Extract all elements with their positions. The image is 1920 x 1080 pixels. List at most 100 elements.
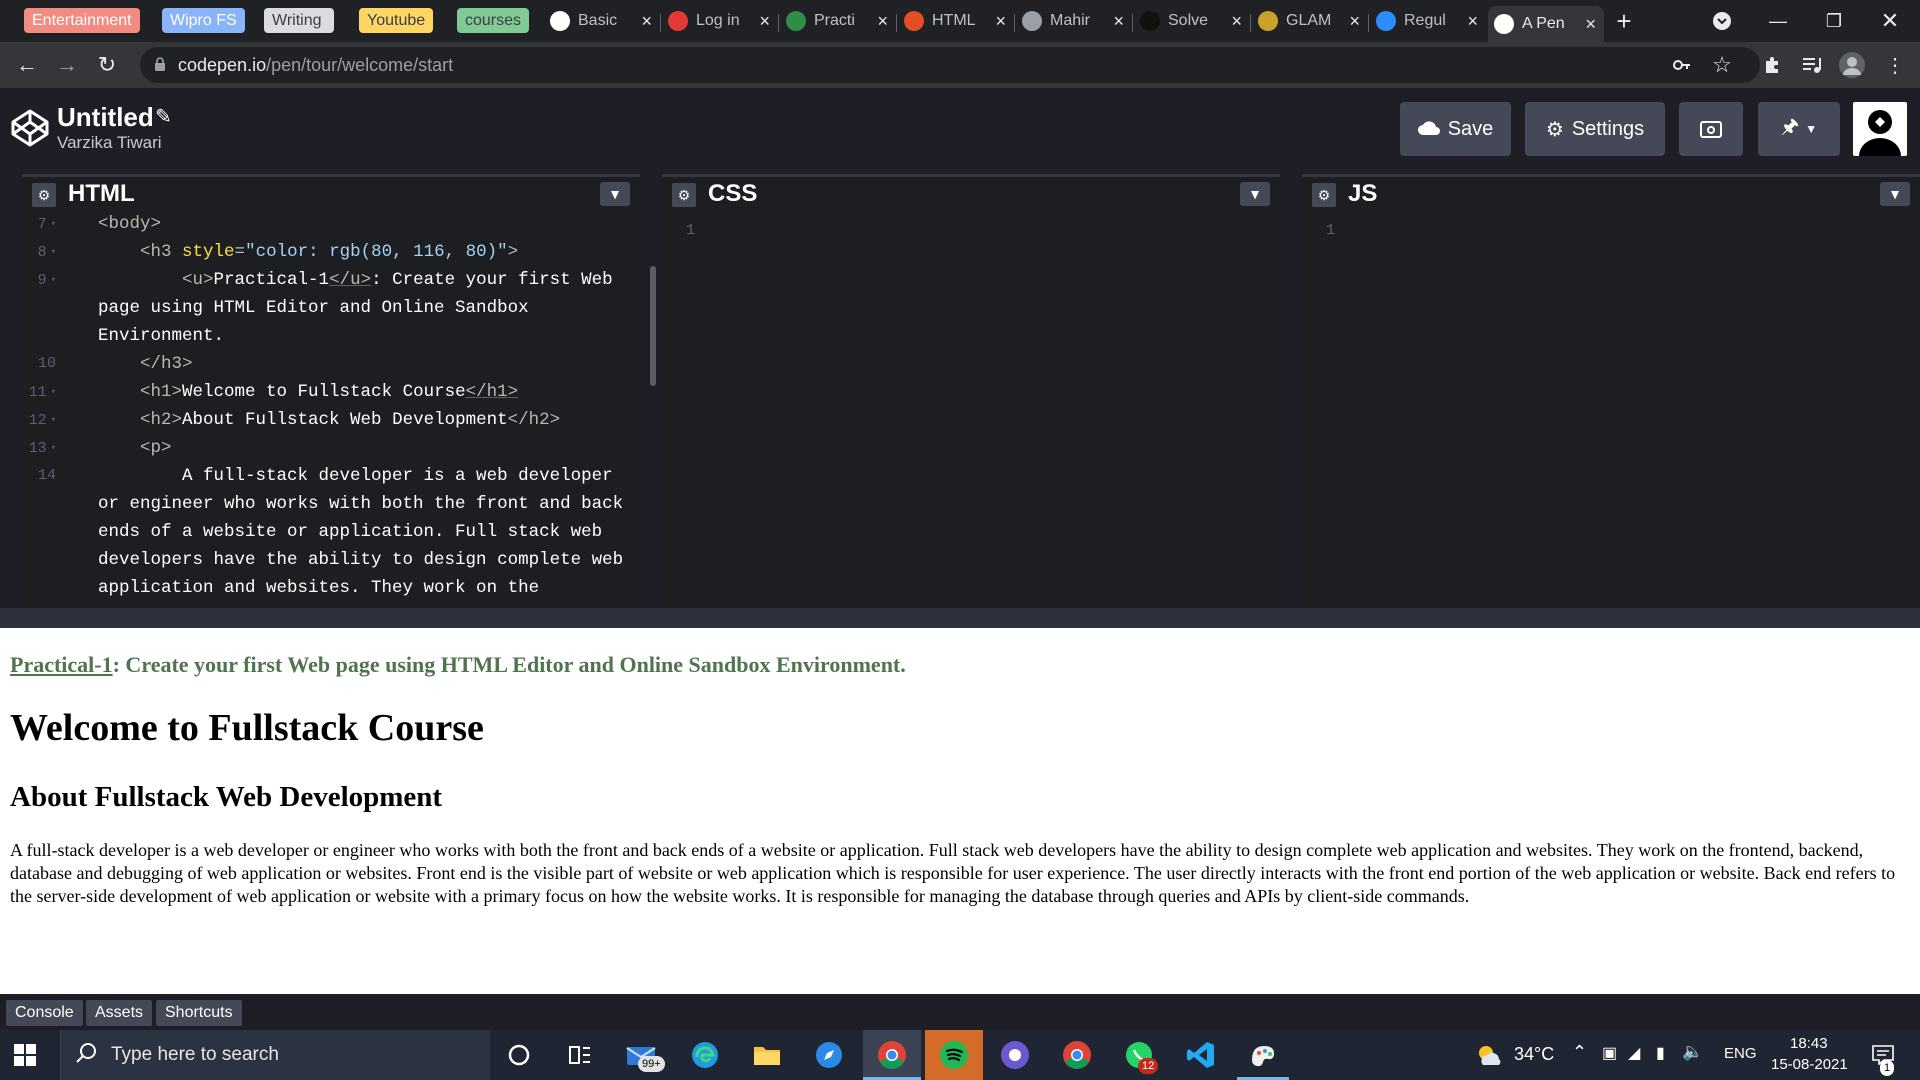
- js-collapse-chevron-icon[interactable]: ▼: [1880, 182, 1910, 206]
- task-view-icon[interactable]: [563, 1038, 597, 1072]
- chrome-icon[interactable]: [875, 1038, 909, 1072]
- bookmark-4[interactable]: courses: [457, 8, 530, 33]
- code-text: page using HTML Editor and Online Sandbo…: [98, 298, 529, 318]
- console-button[interactable]: Console: [6, 1000, 83, 1026]
- shortcuts-button[interactable]: Shortcuts: [156, 1000, 242, 1026]
- key-icon[interactable]: [1670, 53, 1694, 77]
- close-tab-icon[interactable]: ×: [641, 11, 652, 32]
- browser-tab-8[interactable]: A Pen ×: [1488, 6, 1604, 42]
- safari-icon[interactable]: [812, 1038, 846, 1072]
- pen-title[interactable]: Untitled: [57, 102, 154, 133]
- browser-tab-5[interactable]: Solve ×: [1134, 6, 1250, 36]
- meet-now-icon[interactable]: ▣: [1602, 1043, 1617, 1063]
- change-view-button[interactable]: [1679, 102, 1743, 156]
- fold-arrow-icon[interactable]: ▾: [51, 443, 56, 453]
- browser-tab-2[interactable]: Practi ×: [780, 6, 896, 36]
- bookmark-2[interactable]: Writing: [264, 8, 334, 33]
- restore-button[interactable]: ❐: [1806, 0, 1862, 42]
- url-path: /pen/tour/welcome/start: [266, 55, 454, 75]
- new-tab-button[interactable]: +: [1596, 0, 1652, 42]
- fold-arrow-icon[interactable]: ▾: [51, 275, 56, 285]
- html-code[interactable]: 7 ▾ <body> 8 ▾ <h3 style="color: rgb(80, 116…: [22, 210, 640, 608]
- fold-arrow-icon[interactable]: ▾: [51, 247, 56, 257]
- browser-tab-0[interactable]: Basic ×: [544, 6, 660, 36]
- volume-icon[interactable]: 🔈: [1682, 1042, 1703, 1062]
- css-editor[interactable]: ⚙ CSS ▼ 1: [662, 174, 1280, 608]
- address-bar[interactable]: codepen.io/pen/tour/welcome/start ☆: [140, 47, 1760, 83]
- network-icon[interactable]: ◢: [1628, 1043, 1640, 1063]
- preview-h3-text: : Create your first Web page using HTML …: [112, 652, 906, 677]
- bookmark-0[interactable]: Entertainment: [24, 8, 140, 33]
- browser-tab-3[interactable]: HTML ×: [898, 6, 1014, 36]
- close-tab-icon[interactable]: ×: [1113, 11, 1124, 32]
- html-editor-scrollbar[interactable]: [650, 266, 656, 386]
- css-line-number: 1: [686, 222, 696, 239]
- close-tab-icon[interactable]: ×: [1231, 11, 1242, 32]
- browser-tab-1[interactable]: Log in ×: [662, 6, 778, 36]
- close-tab-icon[interactable]: ×: [1349, 11, 1360, 32]
- tab-search-button[interactable]: [1694, 0, 1750, 42]
- codepen-logo-icon[interactable]: [10, 108, 50, 148]
- media-control-icon[interactable]: [1797, 50, 1827, 80]
- weather-icon[interactable]: [1472, 1038, 1506, 1072]
- vscode-icon[interactable]: [1184, 1038, 1218, 1072]
- fold-arrow-icon[interactable]: ▾: [51, 219, 56, 229]
- browser-tab-4[interactable]: Mahir ×: [1016, 6, 1132, 36]
- bookmark-1[interactable]: Wipro FS: [162, 8, 245, 33]
- file-explorer-icon[interactable]: [750, 1038, 784, 1072]
- clock-time[interactable]: 18:43: [1790, 1035, 1828, 1052]
- close-tab-icon[interactable]: ×: [1467, 11, 1478, 32]
- bookmark-3[interactable]: Youtube: [359, 8, 434, 33]
- menu-icon[interactable]: ⋮: [1880, 50, 1910, 80]
- close-window-button[interactable]: ✕: [1862, 0, 1918, 42]
- browser-tab-7[interactable]: Regul ×: [1370, 6, 1486, 36]
- js-settings-gear-icon[interactable]: ⚙: [1312, 183, 1336, 207]
- battery-icon[interactable]: ▮: [1656, 1043, 1665, 1063]
- star-icon[interactable]: ☆: [1710, 52, 1734, 77]
- css-collapse-chevron-icon[interactable]: ▼: [1240, 182, 1270, 206]
- close-tab-icon[interactable]: ×: [995, 11, 1006, 32]
- pin-menu-button[interactable]: 🖈 ▼: [1758, 102, 1840, 156]
- close-tab-icon[interactable]: ×: [759, 11, 770, 32]
- html-collapse-chevron-icon[interactable]: ▼: [600, 182, 630, 206]
- chevron-up-icon[interactable]: ⌃: [1572, 1042, 1587, 1063]
- extensions-icon[interactable]: [1757, 50, 1787, 80]
- profile-avatar[interactable]: [1837, 50, 1867, 80]
- taskbar-search-box[interactable]: Type here to search: [60, 1030, 490, 1080]
- paint-icon[interactable]: [1246, 1038, 1280, 1072]
- language-indicator[interactable]: ENG: [1724, 1045, 1757, 1062]
- js-editor[interactable]: ⚙ JS ▼ 1: [1302, 174, 1920, 608]
- chrome-profile-3-icon[interactable]: [1060, 1038, 1094, 1072]
- save-button[interactable]: Save: [1400, 102, 1511, 156]
- code-line: 14 A full-stack developer is a web devel…: [22, 462, 640, 490]
- edge-icon[interactable]: [688, 1038, 722, 1072]
- temperature[interactable]: 34°C: [1514, 1044, 1554, 1065]
- settings-label: Settings: [1571, 117, 1645, 140]
- assets-button[interactable]: Assets: [86, 1000, 153, 1026]
- pen-author[interactable]: Varzika Tiwari: [57, 133, 162, 153]
- html-editor[interactable]: ⚙ HTML ▼ 7 ▾ <body> 8 ▾ <h3 style="color: rg…: [22, 174, 656, 608]
- html-settings-gear-icon[interactable]: ⚙: [32, 183, 56, 207]
- close-tab-icon[interactable]: ×: [877, 11, 888, 32]
- editor-resize-bar[interactable]: [0, 608, 1920, 628]
- spotify-icon[interactable]: [937, 1038, 971, 1072]
- fold-arrow-icon[interactable]: ▾: [51, 387, 56, 397]
- browser-tab-6[interactable]: GLAM ×: [1252, 6, 1368, 36]
- reload-icon[interactable]: ↻: [92, 50, 122, 80]
- user-avatar[interactable]: [1853, 102, 1907, 156]
- windows-start-icon[interactable]: [14, 1044, 36, 1066]
- clock-date[interactable]: 15-08-2021: [1771, 1056, 1848, 1073]
- cortana-icon[interactable]: [502, 1038, 536, 1072]
- browser-toolbar: ← → ↻ codepen.io/pen/tour/welcome/start …: [0, 42, 1920, 88]
- minimize-button[interactable]: —: [1750, 0, 1806, 42]
- code-text: <h1>Welcome to Fullstack Course</h1>: [140, 382, 519, 402]
- fold-arrow-icon[interactable]: ▾: [51, 415, 56, 425]
- forward-icon[interactable]: →: [52, 50, 82, 80]
- preview-h3-underlined: Practical-1: [10, 652, 113, 677]
- back-icon[interactable]: ←: [12, 50, 42, 80]
- css-settings-gear-icon[interactable]: ⚙: [672, 183, 696, 207]
- chrome-profile-2-icon[interactable]: [998, 1038, 1032, 1072]
- close-tab-icon[interactable]: ×: [1585, 14, 1596, 35]
- settings-button[interactable]: ⚙ Settings: [1525, 102, 1665, 156]
- pencil-icon[interactable]: ✎: [155, 104, 172, 129]
